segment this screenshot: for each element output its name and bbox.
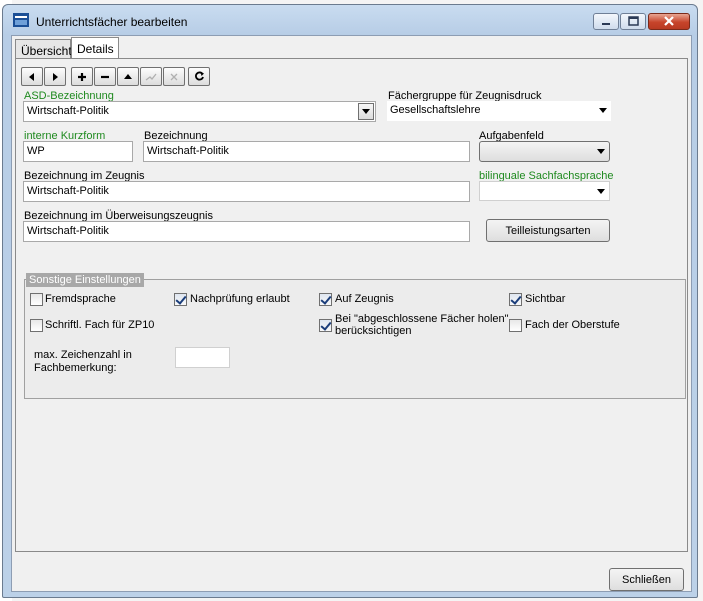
arrow-right-icon	[53, 72, 58, 81]
abgeschlossene-faecher-checkbox[interactable]	[319, 319, 332, 332]
kurzform-input[interactable]: WP	[23, 141, 133, 162]
nav-first-button[interactable]	[117, 67, 139, 86]
delete-button[interactable]	[94, 67, 116, 86]
auf-zeugnis-label: Auf Zeugnis	[335, 293, 394, 305]
max-zeichen-label: max. Zeichenzahl in	[34, 349, 132, 361]
details-panel: ASD-Bezeichnung Wirtschaft-Politik Fäche…	[15, 58, 688, 552]
sonstige-einstellungen-title: Sonstige Einstellungen	[26, 273, 144, 287]
nachpruefung-checkbox[interactable]	[174, 293, 187, 306]
asd-dropdown-button[interactable]	[358, 103, 374, 120]
schriftl-fach-zp10-label: Schriftl. Fach für ZP10	[45, 319, 155, 331]
schriftl-fach-zp10-checkbox[interactable]	[30, 319, 43, 332]
dialog-client: Übersicht Details ASD-Bezeichnung Wirtsc…	[11, 35, 692, 592]
fach-oberstufe-checkbox[interactable]	[509, 319, 522, 332]
minimize-icon	[602, 23, 610, 25]
schliessen-button[interactable]: Schließen	[609, 568, 684, 591]
faechergruppe-combobox[interactable]: Gesellschaftslehre	[387, 101, 611, 121]
minimize-button[interactable]	[593, 13, 619, 30]
bilingual-combobox[interactable]	[479, 181, 610, 201]
teilleistungsarten-button[interactable]: Teilleistungsarten	[486, 219, 610, 242]
auf-zeugnis-checkbox[interactable]	[319, 293, 332, 306]
asd-value: Wirtschaft-Politik	[27, 105, 109, 117]
chevron-down-icon	[597, 189, 605, 194]
close-icon	[664, 16, 674, 26]
arrow-left-icon	[29, 72, 34, 81]
abgeschlossene-faecher-label-line2: berücksichtigen	[335, 325, 412, 337]
add-button[interactable]	[71, 67, 93, 86]
nav-previous-button[interactable]	[21, 67, 43, 86]
tab-details[interactable]: Details	[71, 37, 119, 59]
cancel-button[interactable]	[163, 67, 185, 86]
arrow-up-icon	[124, 73, 132, 79]
close-window-button[interactable]	[648, 13, 690, 30]
chevron-down-icon	[362, 109, 370, 114]
fremdsprache-label: Fremdsprache	[45, 293, 116, 305]
ueberweisung-value: Wirtschaft-Politik	[27, 225, 109, 237]
bezeichnung-input[interactable]: Wirtschaft-Politik	[143, 141, 470, 162]
chevron-down-icon	[597, 149, 605, 154]
tab-uebersicht[interactable]: Übersicht	[15, 39, 72, 58]
title-bar[interactable]: Unterrichtsfächer bearbeiten	[3, 5, 697, 35]
nachpruefung-label: Nachprüfung erlaubt	[190, 293, 290, 305]
fremdsprache-checkbox[interactable]	[30, 293, 43, 306]
max-zeichen-input[interactable]	[175, 347, 230, 368]
cancel-icon	[170, 73, 178, 80]
confirm-icon	[145, 73, 157, 81]
chevron-down-icon	[599, 108, 607, 113]
kurzform-value: WP	[27, 145, 45, 157]
abgeschlossene-faecher-label: Bei "abgeschlossene Fächer holen"	[335, 313, 509, 325]
max-zeichen-label-line2: Fachbemerkung:	[34, 362, 117, 374]
refresh-icon	[194, 71, 204, 81]
minus-icon	[101, 75, 109, 78]
bezeichnung-value: Wirtschaft-Politik	[147, 145, 229, 157]
nav-next-button[interactable]	[44, 67, 66, 86]
app-icon	[13, 13, 29, 27]
plus-icon	[78, 72, 86, 81]
aufgabenfeld-combobox[interactable]	[479, 141, 610, 162]
sichtbar-checkbox[interactable]	[509, 293, 522, 306]
asd-combobox[interactable]: Wirtschaft-Politik	[23, 101, 376, 122]
maximize-button[interactable]	[620, 13, 646, 30]
zeugnis-value: Wirtschaft-Politik	[27, 185, 109, 197]
maximize-icon	[628, 16, 639, 26]
faechergruppe-value: Gesellschaftslehre	[390, 104, 481, 116]
fach-oberstufe-label: Fach der Oberstufe	[525, 319, 620, 331]
ueberweisung-input[interactable]: Wirtschaft-Politik	[23, 221, 470, 242]
sichtbar-label: Sichtbar	[525, 293, 566, 305]
confirm-button[interactable]	[140, 67, 162, 86]
zeugnis-input[interactable]: Wirtschaft-Politik	[23, 181, 470, 202]
dialog-window: Unterrichtsfächer bearbeiten Übersicht D…	[2, 4, 698, 598]
refresh-button[interactable]	[188, 67, 210, 86]
window-title: Unterrichtsfächer bearbeiten	[36, 15, 188, 29]
